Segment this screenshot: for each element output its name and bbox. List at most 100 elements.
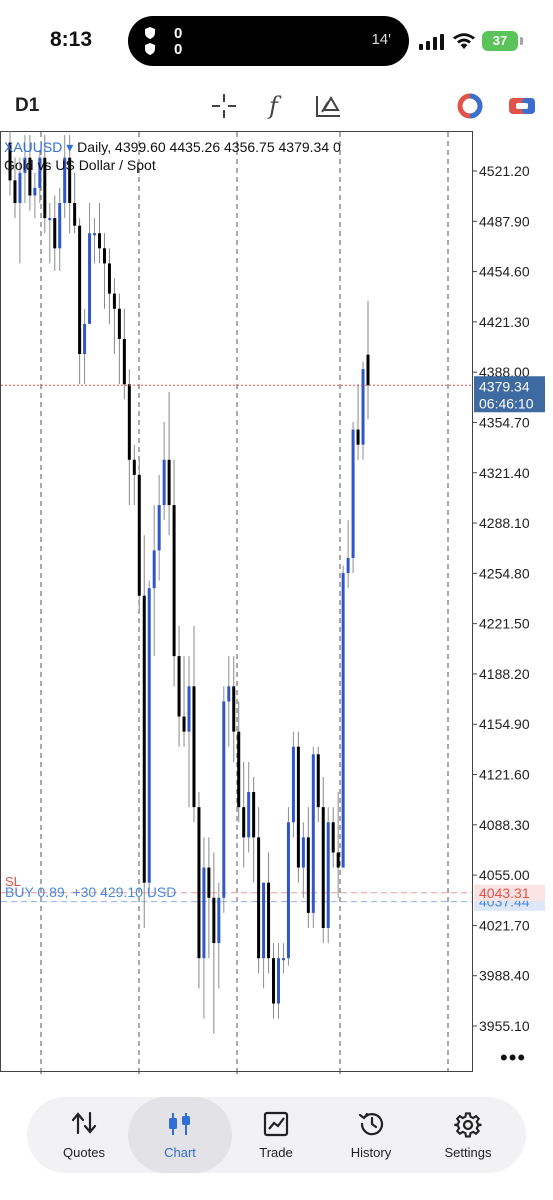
candle-body [162,459,166,506]
price-axis-label: 4454.60 [479,264,530,280]
candle-body [172,505,176,657]
candle-body [306,837,310,913]
candle-body [356,429,360,445]
nav-history[interactable]: History [321,1097,421,1173]
cellular-signal-icon [419,34,445,55]
color-scheme-icon[interactable] [456,92,484,125]
crosshair-icon[interactable] [210,92,238,125]
candle-body [281,958,285,961]
svg-text:f: f [267,92,282,120]
candle-body [187,686,191,732]
candle-body [351,429,355,558]
status-bar: 8:13 0 0 14' 37 [0,0,553,80]
candle-body [361,369,365,445]
chart-toolbar: D1 f [0,86,553,126]
price-axis-label: 4487.90 [479,213,530,229]
candle-body [232,686,236,732]
symbol-description: Gold vs US Dollar / Spot [4,157,156,173]
candle-body [316,754,320,808]
island-value-2: 0 [174,41,183,58]
candle-body [13,180,17,204]
candle-body [321,807,325,928]
price-axis-label: 4221.50 [479,616,530,632]
sl-price-value: 4043.31 [479,885,530,901]
island-value-1: 0 [174,25,183,42]
candle-body [277,958,280,1004]
candle-body [152,550,156,589]
candle-body [88,233,92,324]
price-axis-label: 3955.10 [479,1018,530,1034]
quotes-arrows-icon [70,1111,98,1140]
price-axis-label: 4188.20 [479,666,530,682]
nav-quotes[interactable]: Quotes [34,1097,134,1173]
dynamic-island[interactable]: 0 0 14' [128,16,409,66]
price-axis-label: 4254.80 [479,565,530,581]
candle-body [252,792,256,838]
bar-countdown: 06:46:10 [479,395,534,411]
price-chart[interactable]: 4521.20 4487.90 4454.60 4421.30 4388.00 4354.… [0,131,553,1074]
candle-body [366,354,370,386]
symbol-name[interactable]: XAUUSD [4,139,62,155]
chart-symbol-line[interactable]: XAUUSD ▾ Daily, 4399.60 4435.26 4356.75 … [4,139,341,156]
candle-body [197,807,201,959]
price-axis-label: 4055.00 [479,867,530,883]
candle-body [48,218,52,221]
candle-body [311,754,315,913]
candle-body [33,187,37,196]
candle-body [177,656,181,717]
candle-body [117,308,121,339]
candle-body [341,573,345,868]
nav-trade[interactable]: Trade [226,1097,326,1173]
price-axis-label: 4088.30 [479,817,530,833]
candle-body [93,233,97,236]
price-axis-label: 4021.70 [479,917,530,933]
nav-settings[interactable]: Settings [418,1097,518,1173]
candle-body [78,225,82,355]
price-axis-label: 4521.20 [479,163,530,179]
battery-cap [520,37,523,45]
candle-body [301,837,305,868]
candle-body [272,958,276,1004]
battery-level: 37 [492,33,508,48]
island-duration: 14' [371,31,391,48]
price-axis-label: 4421.30 [479,314,530,330]
candle-body [286,822,290,959]
shield-icon [144,27,156,39]
candle-body [73,203,77,226]
candle-body [227,686,231,702]
candle-body [217,897,221,944]
battery-indicator: 37 [482,31,518,51]
timeframe-button[interactable]: D1 [15,95,39,117]
objects-icon[interactable] [314,92,344,125]
price-axis-label: 4288.10 [479,515,530,531]
candle-body [58,203,62,249]
candle-body [331,822,335,853]
candle-body [167,459,171,506]
candle-body [127,384,131,460]
candle-body [247,792,251,838]
candle-body [257,837,261,959]
chart-timeframe-text: Daily [77,139,108,155]
candle-body [336,852,340,868]
candle-body [18,172,22,204]
symbol-dropdown-icon[interactable]: ▾ [62,139,77,155]
more-options-icon[interactable]: ••• [500,1045,526,1071]
candle-body [102,248,106,264]
candle-body [147,588,151,883]
price-axis-label: 4354.70 [479,414,530,430]
nav-label-trade: Trade [259,1145,293,1160]
trade-toggle-icon[interactable] [507,92,537,125]
candle-body [107,263,111,294]
buy-position-label[interactable]: BUY 0.89, +30 429.10 USD [5,884,176,900]
nav-label-quotes: Quotes [63,1145,105,1160]
function-icon[interactable]: f [265,92,289,125]
candle-body [98,233,101,249]
candle-body [222,701,226,898]
candle-body [242,807,246,838]
nav-chart[interactable]: Chart [128,1097,232,1173]
candle-body [182,716,186,732]
candle-body [137,474,141,596]
chart-canvas[interactable]: 4521.204487.904454.604421.304388.004354.… [0,131,553,1074]
candle-body [202,867,206,959]
candle-body [122,338,126,385]
